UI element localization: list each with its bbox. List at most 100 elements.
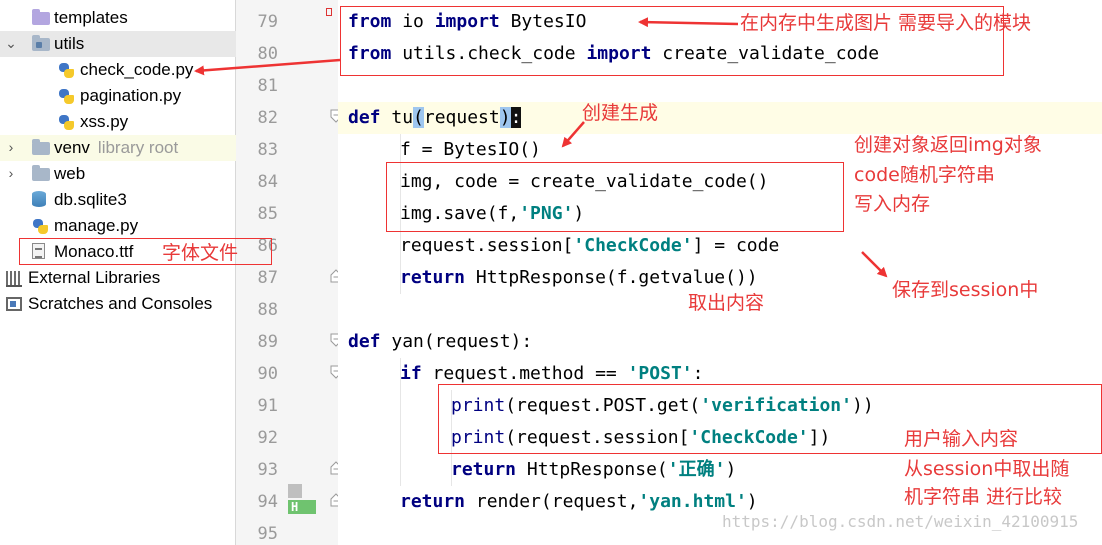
keyword: def bbox=[348, 107, 381, 128]
line-number: 89 bbox=[257, 332, 278, 352]
tree-item-label: check_code.py bbox=[80, 60, 194, 79]
tree-item-label: xss.py bbox=[80, 112, 129, 131]
matched-paren: ( bbox=[413, 107, 424, 128]
editor-gutter: 79 80 81 82 83 84 85 86 87 88 89 90 91 9… bbox=[236, 0, 342, 545]
project-tree: templates ⌄ utils check_code.py paginati… bbox=[0, 0, 236, 545]
annotation-note: code随机字符串 bbox=[854, 164, 995, 186]
libraries-icon bbox=[6, 269, 24, 287]
tree-item-label-group: venv library root bbox=[54, 138, 178, 158]
code-text: ] = code bbox=[692, 235, 780, 256]
code-line-93: return HttpResponse('正确') bbox=[451, 454, 736, 486]
tree-item-label: pagination.py bbox=[80, 86, 182, 105]
code-line-82: def tu(request): bbox=[348, 102, 522, 134]
annotation-note: 创建生成 bbox=[582, 102, 659, 124]
line-number: 90 bbox=[257, 364, 278, 384]
tree-item-venv[interactable]: › venv library root bbox=[0, 135, 236, 161]
line-number: 87 bbox=[257, 268, 278, 288]
tree-item-label: db.sqlite3 bbox=[54, 190, 127, 209]
python-file-icon bbox=[32, 218, 50, 236]
keyword: def bbox=[348, 331, 381, 352]
library-root-label: library root bbox=[97, 138, 179, 157]
line-number: 91 bbox=[257, 396, 278, 416]
line-number: 92 bbox=[257, 428, 278, 448]
line-number: 83 bbox=[257, 140, 278, 160]
tree-item-label: venv bbox=[54, 138, 90, 157]
line-number: 79 bbox=[257, 12, 278, 32]
string-literal: 'yan.html' bbox=[638, 491, 747, 512]
chevron-right-icon[interactable]: › bbox=[4, 165, 18, 181]
keyword: if bbox=[400, 363, 422, 384]
python-file-icon bbox=[58, 114, 76, 132]
parameter: request bbox=[423, 107, 500, 128]
code-text: render(request, bbox=[465, 491, 639, 512]
database-icon bbox=[30, 191, 48, 209]
code-line-89: def yan(request): bbox=[348, 326, 532, 358]
chevron-right-icon[interactable]: › bbox=[4, 139, 18, 155]
line-number: 93 bbox=[257, 460, 278, 480]
tree-item-label: web bbox=[54, 164, 86, 183]
tree-item-check-code[interactable]: check_code.py bbox=[0, 57, 236, 83]
annotation-note: 在内存中生成图片 需要导入的模块 bbox=[740, 12, 1032, 34]
chevron-down-icon[interactable]: ⌄ bbox=[4, 35, 18, 52]
error-marker-icon[interactable] bbox=[326, 8, 332, 16]
tree-item-label: manage.py bbox=[54, 216, 139, 235]
folder-icon bbox=[32, 165, 50, 183]
folder-icon bbox=[32, 139, 50, 157]
annotation-note: 用户输入内容 bbox=[904, 428, 1019, 450]
bookmark-h-badge[interactable]: H bbox=[288, 500, 316, 514]
tree-item-templates[interactable]: templates bbox=[0, 5, 236, 31]
python-file-icon bbox=[58, 62, 76, 80]
python-file-icon bbox=[58, 88, 76, 106]
string-literal: 'CheckCode' bbox=[573, 235, 693, 256]
line-number: 82 bbox=[257, 108, 278, 128]
folder-icon bbox=[32, 9, 50, 27]
matched-paren: ) bbox=[499, 107, 511, 128]
tree-item-pagination[interactable]: pagination.py bbox=[0, 83, 236, 109]
code-text: ) bbox=[746, 491, 758, 512]
line-number: 94 bbox=[257, 492, 278, 512]
line-number: 81 bbox=[257, 76, 278, 96]
annotation-note: 机字符串 进行比较 bbox=[904, 486, 1063, 508]
keyword: return bbox=[400, 267, 466, 288]
annotation-note: 取出内容 bbox=[688, 292, 765, 314]
line-number: 84 bbox=[257, 172, 278, 192]
annotation-box-create bbox=[386, 162, 844, 232]
watermark: https://blog.csdn.net/weixin_42100915 bbox=[722, 512, 1079, 531]
code-line-86: request.session['CheckCode'] = code bbox=[400, 230, 779, 262]
keyword: return bbox=[451, 459, 517, 480]
annotation-note: 写入内存 bbox=[854, 193, 931, 215]
code-text: HttpResponse( bbox=[516, 459, 668, 480]
annotation-note: 从session中取出随 bbox=[904, 458, 1070, 480]
tree-item-manage[interactable]: manage.py bbox=[0, 213, 236, 239]
tree-item-label: templates bbox=[54, 8, 128, 27]
code-text: yan(request): bbox=[380, 331, 533, 352]
function-name: tu bbox=[380, 107, 414, 128]
annotation-note: 保存到session中 bbox=[892, 279, 1039, 301]
tree-item-web[interactable]: › web bbox=[0, 161, 236, 187]
tree-item-label: Scratches and Consoles bbox=[28, 294, 213, 313]
text-caret: : bbox=[510, 107, 522, 128]
code-text: ) bbox=[725, 459, 737, 480]
line-number: 95 bbox=[257, 524, 278, 544]
code-text: request.method == bbox=[421, 363, 628, 384]
code-text: request.session[ bbox=[400, 235, 574, 256]
annotation-note: 字体文件 bbox=[162, 242, 239, 264]
folder-icon bbox=[32, 35, 50, 53]
tree-item-utils[interactable]: ⌄ utils bbox=[0, 31, 236, 57]
line-number: 80 bbox=[257, 44, 278, 64]
tree-item-xss[interactable]: xss.py bbox=[0, 109, 236, 135]
bookmark-icon bbox=[288, 484, 302, 498]
scratches-icon bbox=[6, 295, 24, 313]
keyword: return bbox=[400, 491, 466, 512]
tree-item-label: External Libraries bbox=[28, 268, 161, 287]
tree-item-external-libraries[interactable]: External Libraries bbox=[0, 265, 236, 291]
tree-item-scratches[interactable]: Scratches and Consoles bbox=[0, 291, 236, 317]
annotation-note: 创建对象返回img对象 bbox=[854, 134, 1042, 156]
string-literal: 'POST' bbox=[627, 363, 693, 384]
string-literal: '正确' bbox=[667, 459, 726, 480]
line-number: 88 bbox=[257, 300, 278, 320]
tree-item-label: utils bbox=[54, 34, 85, 53]
line-number: 85 bbox=[257, 204, 278, 224]
tree-item-db-sqlite3[interactable]: db.sqlite3 bbox=[0, 187, 236, 213]
code-text: HttpResponse(f.getvalue()) bbox=[465, 267, 758, 288]
